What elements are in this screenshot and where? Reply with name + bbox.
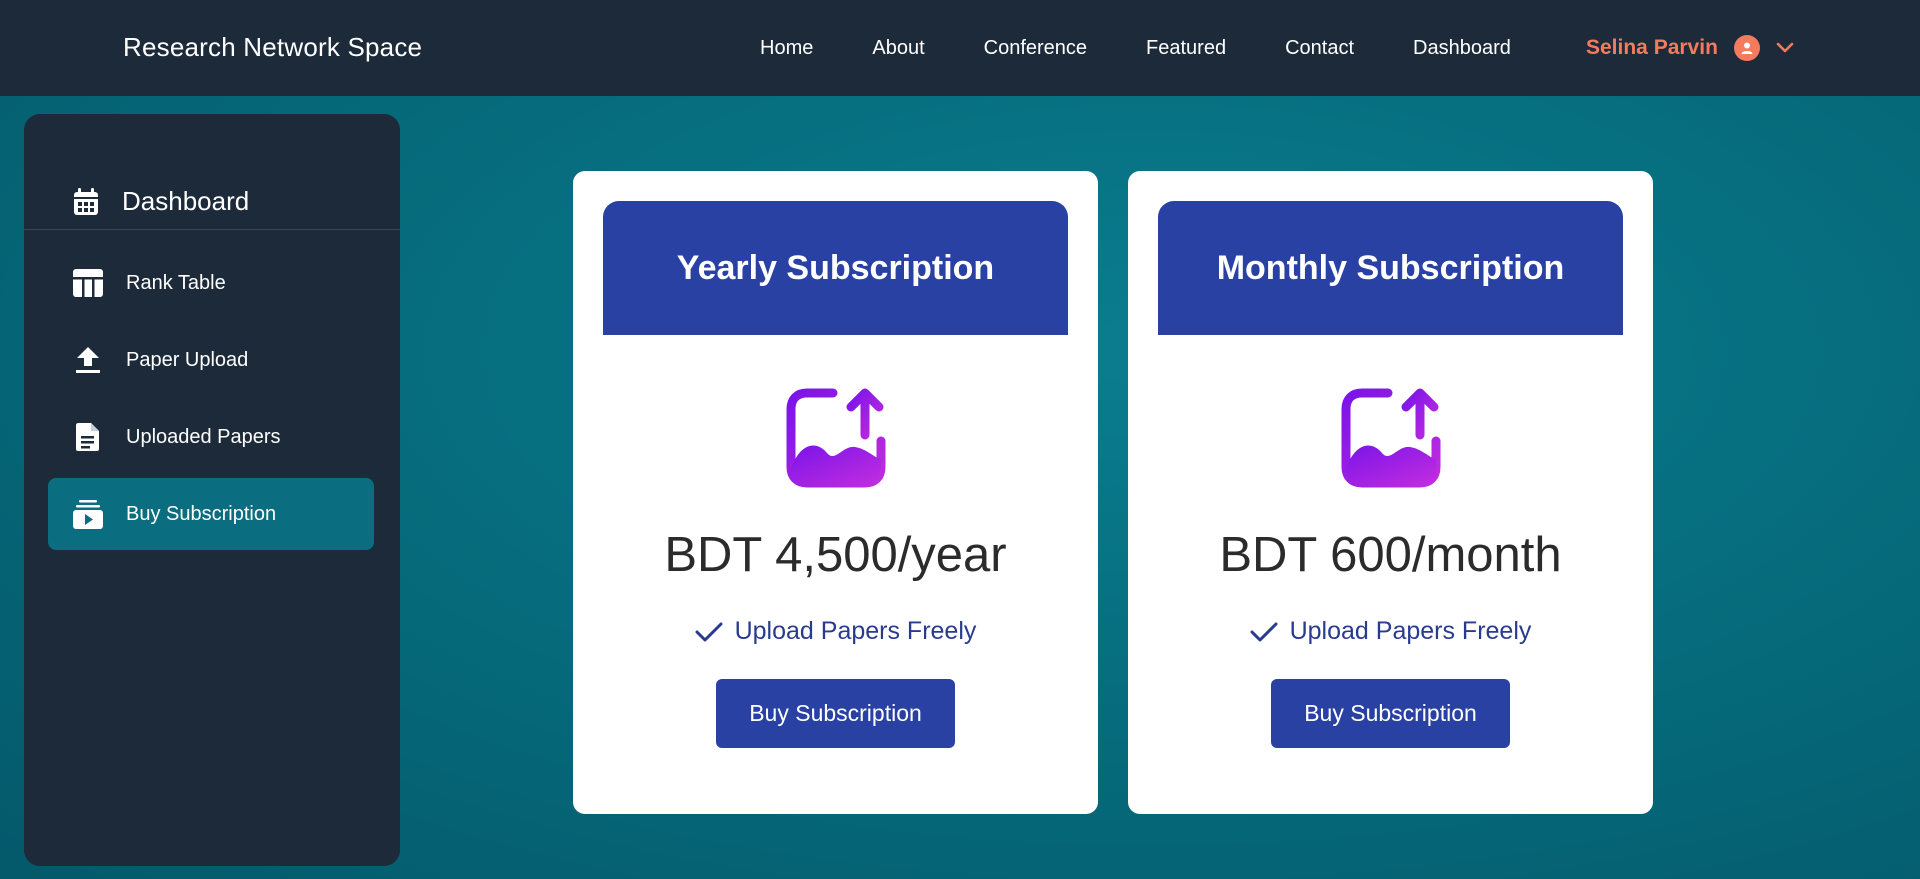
top-navbar: Research Network Space Home About Confer…: [0, 0, 1920, 96]
sidebar-item-label: Paper Upload: [126, 348, 249, 371]
nav-link-featured[interactable]: Featured: [1146, 37, 1226, 60]
sidebar-item-rank-table[interactable]: Rank Table: [48, 247, 374, 319]
plan-feature: Upload Papers Freely: [1128, 617, 1653, 646]
user-menu[interactable]: Selina Parvin: [1586, 0, 1794, 96]
upload-icon: [72, 344, 104, 376]
plan-feature-label: Upload Papers Freely: [734, 617, 977, 645]
buy-monthly-button[interactable]: Buy Subscription: [1271, 679, 1510, 748]
plan-price: BDT 600/month: [1219, 528, 1562, 582]
checkmark-icon: [695, 622, 723, 641]
plan-card-yearly: Yearly Subscription BDT 4,500/year Uploa…: [573, 171, 1098, 814]
brand-title[interactable]: Research Network Space: [123, 32, 422, 63]
user-avatar-icon[interactable]: [1733, 35, 1760, 61]
plan-card-header: Yearly Subscription: [603, 201, 1068, 335]
sidebar-header[interactable]: Dashboard: [24, 174, 400, 230]
sidebar-item-label: Buy Subscription: [126, 502, 277, 525]
nav-link-conference[interactable]: Conference: [984, 37, 1087, 60]
nav-link-about[interactable]: About: [872, 37, 924, 60]
sidebar-title: Dashboard: [122, 186, 250, 216]
subscription-icon: [72, 498, 104, 530]
plan-feature: Upload Papers Freely: [573, 617, 1098, 646]
sidebar-item-uploaded-papers[interactable]: Uploaded Papers: [48, 401, 374, 473]
image-upload-icon: [1340, 387, 1442, 489]
chevron-down-icon[interactable]: [1776, 42, 1794, 54]
nav-links: Home About Conference Featured Contact D…: [760, 0, 1570, 96]
checkmark-icon: [1250, 622, 1278, 641]
sidebar-item-paper-upload[interactable]: Paper Upload: [48, 324, 374, 396]
nav-link-contact[interactable]: Contact: [1285, 37, 1354, 60]
user-name[interactable]: Selina Parvin: [1586, 36, 1718, 60]
sidebar-item-buy-subscription[interactable]: Buy Subscription: [48, 478, 374, 550]
image-upload-icon: [785, 387, 887, 489]
document-icon: [72, 421, 104, 453]
sidebar-item-label: Uploaded Papers: [126, 425, 281, 448]
nav-link-dashboard[interactable]: Dashboard: [1413, 37, 1511, 60]
sidebar-item-label: Rank Table: [126, 271, 226, 294]
nav-link-home[interactable]: Home: [760, 37, 813, 60]
plan-title: Monthly Subscription: [1216, 248, 1565, 287]
plan-title: Yearly Subscription: [676, 248, 995, 287]
plan-card-header: Monthly Subscription: [1158, 201, 1623, 335]
plan-feature-label: Upload Papers Freely: [1289, 617, 1532, 645]
calendar-icon: [70, 186, 102, 218]
plan-card-monthly: Monthly Subscription BDT 600/month Uploa…: [1128, 171, 1653, 814]
table-icon: [72, 267, 104, 299]
plan-price: BDT 4,500/year: [664, 528, 1007, 582]
buy-yearly-button[interactable]: Buy Subscription: [716, 679, 955, 748]
sidebar: Dashboard Rank Table Paper Upload Upload…: [24, 114, 400, 866]
